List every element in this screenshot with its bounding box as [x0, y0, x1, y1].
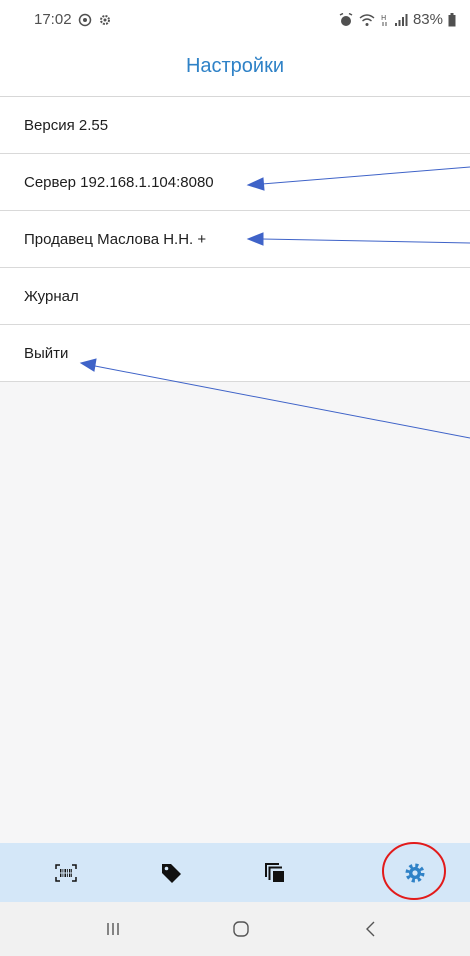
wifi-icon: [359, 13, 375, 26]
h-plus-icon: H: [381, 14, 387, 26]
back-button[interactable]: [356, 916, 386, 942]
copy-icon: [265, 863, 284, 882]
app-header: Настройки: [0, 38, 470, 97]
nav-tags-button[interactable]: [155, 857, 187, 889]
whatsapp-icon: [78, 13, 91, 26]
menu-item-server[interactable]: Сервер 192.168.1.104:8080: [0, 154, 470, 211]
status-time: 17:02: [34, 11, 72, 28]
barcode-scan-icon: [55, 864, 77, 882]
signal-icon: [394, 13, 408, 26]
battery-icon: [448, 12, 456, 26]
menu-item-seller[interactable]: Продавец Маслова Н.Н. +: [0, 211, 470, 268]
recent-apps-icon: [107, 923, 119, 935]
menu-item-label: Выйти: [24, 345, 69, 362]
menu-item-journal[interactable]: Журнал: [0, 268, 470, 325]
menu-item-label: Журнал: [24, 288, 79, 305]
menu-item-label: Версия 2.55: [24, 117, 109, 134]
tag-icon: [162, 864, 181, 883]
home-icon: [233, 921, 249, 937]
menu-item-label: Сервер 192.168.1.104:8080: [24, 174, 214, 191]
svg-text:H: H: [381, 14, 386, 22]
home-button[interactable]: [226, 916, 256, 942]
battery-percent: 83%: [412, 11, 443, 28]
nav-copy-button[interactable]: [259, 857, 291, 889]
menu-item-label: Продавец Маслова Н.Н. +: [24, 231, 207, 248]
nav-scan-button[interactable]: [50, 857, 82, 889]
recent-apps-button[interactable]: [98, 916, 128, 942]
status-right: H 83%: [338, 11, 456, 28]
page-title: Настройки: [185, 55, 285, 77]
system-nav-bar: [0, 902, 470, 956]
menu-item-version[interactable]: Версия 2.55: [0, 97, 470, 154]
settings-menu: Версия 2.55 Сервер 192.168.1.104:8080 Пр…: [0, 97, 470, 382]
settings-small-icon: [99, 14, 110, 25]
back-icon: [366, 921, 375, 937]
alarm-icon: [339, 12, 353, 26]
menu-item-logout[interactable]: Выйти: [0, 325, 470, 382]
highlight-circle: [382, 842, 446, 900]
status-left: 17:02: [34, 11, 112, 28]
status-bar: 17:02 H 83%: [0, 0, 470, 38]
